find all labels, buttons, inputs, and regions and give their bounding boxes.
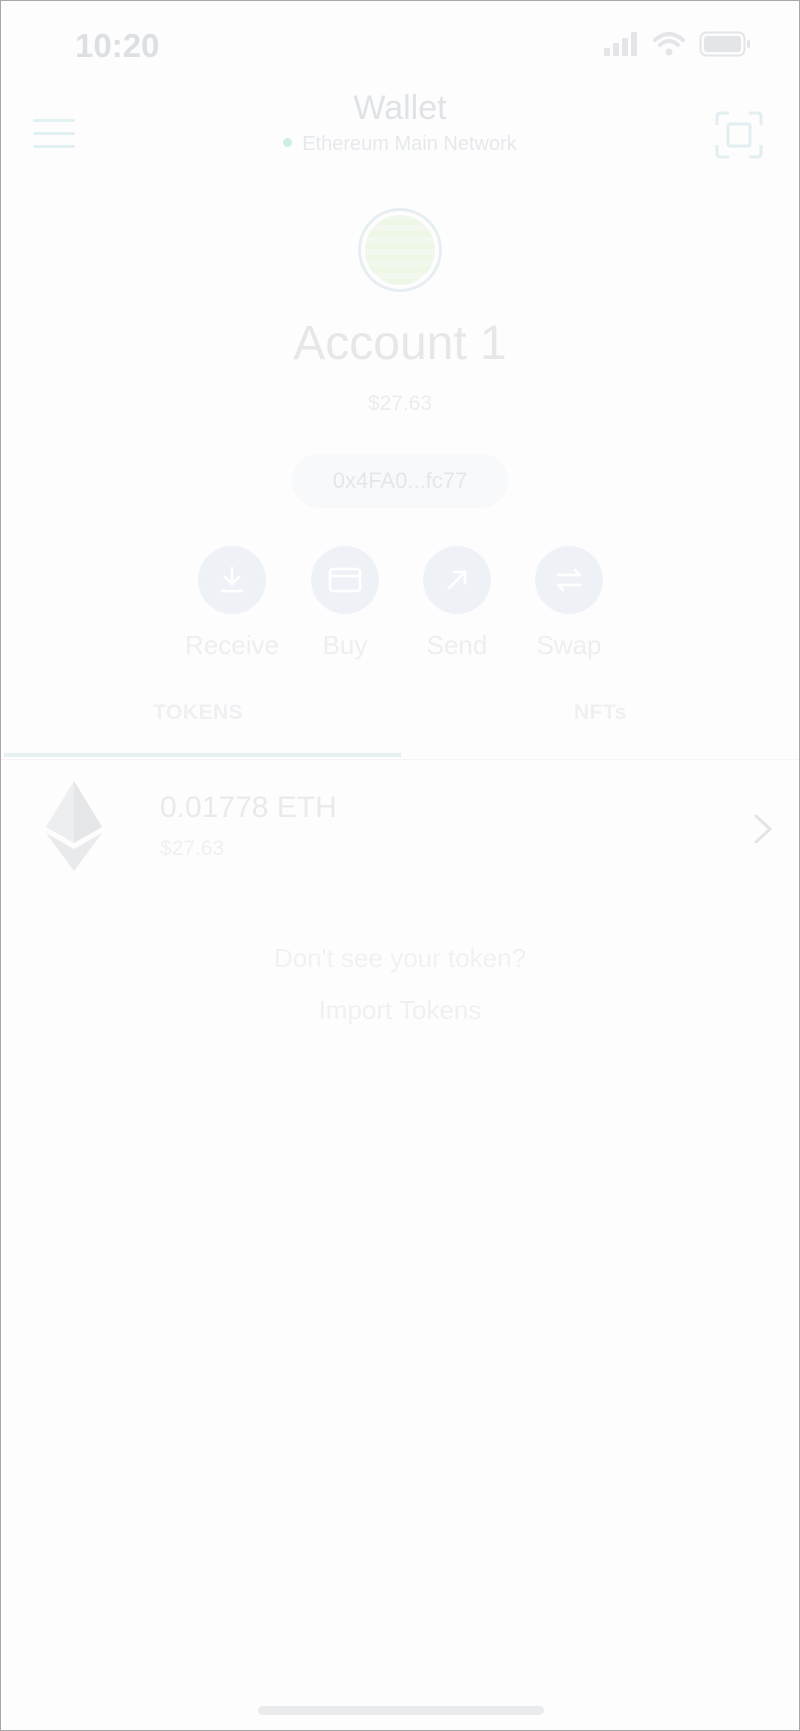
missing-token-hint: Don't see your token? [273,943,527,973]
account-avatar[interactable] [358,208,442,292]
home-indicator [258,1706,544,1715]
card-icon [328,567,362,593]
tab-divider [1,759,799,760]
swap-label: Swap [536,630,602,660]
network-status-dot [283,138,293,148]
battery-icon [699,31,750,57]
receive-button[interactable]: Receive [177,546,287,661]
signal-icon [604,32,637,56]
import-tokens-link[interactable]: Import Tokens [1,995,799,1026]
status-icons [603,31,751,57]
scan-qr-icon[interactable] [715,111,763,159]
token-row-eth[interactable]: 0.01778 ETH $27.63 [1,771,799,891]
wallet-screen: 10:20 Wallet Ethereum Main Network Accou… [0,0,800,1731]
arrow-up-right-icon [447,570,467,590]
ethereum-icon [46,781,102,871]
account-balance: $27.63 [367,392,433,415]
receive-label: Receive [185,630,279,660]
tab-nfts[interactable]: NFTs [574,701,627,725]
network-name: Ethereum Main Network [302,133,517,155]
status-time: 10:20 [75,27,160,64]
send-label: Send [426,630,488,660]
download-icon [220,566,244,593]
send-button[interactable]: Send [402,546,512,661]
token-amount: 0.01778 ETH [160,791,337,824]
account-address-button[interactable]: 0x4FA0...fc77 [292,454,508,508]
swap-button[interactable]: Swap [514,546,624,661]
wifi-icon [653,32,685,56]
network-selector[interactable]: Ethereum Main Network [1,133,799,156]
buy-label: Buy [322,630,368,660]
page-title: Wallet [353,89,447,127]
swap-icon [556,568,582,592]
tab-tokens[interactable]: TOKENS [153,701,243,725]
account-name[interactable]: Account 1 [1,316,799,371]
token-fiat-value: $27.63 [160,837,225,860]
chevron-right-icon [754,814,772,844]
buy-button[interactable]: Buy [290,546,400,661]
active-tab-indicator [4,753,401,757]
